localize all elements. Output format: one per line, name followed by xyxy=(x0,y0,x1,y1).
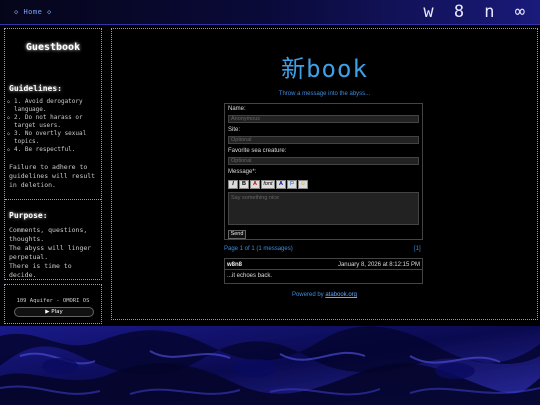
guideline-item: 2. Do not harass or target users. xyxy=(7,114,102,130)
page-info: Page 1 of 1 (1 messages) xyxy=(224,246,293,252)
site-label: Site: xyxy=(228,127,241,133)
powered-prefix: Powered by xyxy=(291,292,326,298)
format-toolbar: I B A font A ⚐ ☺ xyxy=(228,180,308,190)
prompt-text: Throw a message into the abyss... xyxy=(278,91,371,97)
bold-button[interactable]: B xyxy=(239,180,249,189)
purpose-heading: Purpose: xyxy=(9,211,48,220)
entry-author: w8n8 xyxy=(227,262,243,268)
guideline-item: 1. Avoid derogatory language. xyxy=(7,98,102,114)
purpose-line: The abyss will linger perpetual. xyxy=(9,244,92,261)
top-bar: ◇ Home ◇ w 8 n ∞ xyxy=(0,0,540,25)
guidelines-list: 1. Avoid derogatory language. 2. Do not … xyxy=(7,98,102,154)
message-form: Name: Anonymous Site: Optional Favorite … xyxy=(224,103,423,240)
color-button[interactable]: A xyxy=(250,180,260,189)
guideline-item: 4. Be respectful. xyxy=(7,146,102,154)
home-link[interactable]: ◇ Home ◇ xyxy=(14,8,52,16)
powered-by: Powered by atabook.org xyxy=(112,292,537,298)
site-field[interactable]: Optional xyxy=(228,136,419,144)
guestbook-panel: 新book Throw a message into the abyss... … xyxy=(111,28,538,320)
emoji-button[interactable]: ☺ xyxy=(298,180,308,189)
site-logo[interactable]: w 8 n ∞ xyxy=(423,2,530,22)
font-button[interactable]: font xyxy=(261,180,275,189)
diamond-icon: ◇ xyxy=(47,8,52,16)
sidebar-divider xyxy=(5,199,101,200)
sidebar-title: Guestbook xyxy=(25,42,81,53)
entry-header: w8n8 January 8, 2026 at 8:12:15 PM xyxy=(225,259,422,270)
entry-message: ...it echoes back. xyxy=(227,273,273,279)
size-button[interactable]: A xyxy=(276,180,286,189)
atabook-link[interactable]: atabook.org xyxy=(325,292,357,298)
italic-button[interactable]: I xyxy=(228,180,238,189)
entry-date: January 8, 2026 at 8:12:15 PM xyxy=(337,262,420,268)
message-textarea[interactable]: Say something nice xyxy=(228,192,419,225)
music-player: 109 Aquifer - OMORI OS ▶ Play xyxy=(4,284,102,324)
name-label: Name: xyxy=(228,106,246,112)
diamond-icon: ◇ xyxy=(14,8,19,16)
home-label: Home xyxy=(23,8,43,16)
guidelines-heading: Guidelines: xyxy=(9,84,62,93)
link-button[interactable]: ⚐ xyxy=(287,180,297,189)
book-title: 新book xyxy=(281,55,368,83)
play-button[interactable]: ▶ Play xyxy=(14,307,94,317)
creature-label: Favorite sea creature: xyxy=(228,148,287,154)
message-label: Message*: xyxy=(228,169,257,175)
message-entry: w8n8 January 8, 2026 at 8:12:15 PM ...it… xyxy=(224,258,423,284)
name-field[interactable]: Anonymous xyxy=(228,115,419,123)
send-button[interactable]: Send xyxy=(228,230,246,239)
background-wave-image xyxy=(0,326,540,405)
creature-field[interactable]: Optional xyxy=(228,157,419,165)
purpose-line: There is time to decide. xyxy=(9,262,72,279)
purpose-line: Comments, questions, thoughts. xyxy=(9,226,88,243)
guidelines-warning: Failure to adhere to guidelines will res… xyxy=(9,163,96,189)
sidebar: Guestbook Guidelines: 1. Avoid derogator… xyxy=(4,28,102,280)
track-title: 109 Aquifer - OMORI OS xyxy=(16,298,90,304)
page-link[interactable]: [1] xyxy=(414,246,421,252)
guideline-item: 3. No overtly sexual topics. xyxy=(7,130,102,146)
purpose-text: Comments, questions, thoughts. The abyss… xyxy=(9,226,101,280)
